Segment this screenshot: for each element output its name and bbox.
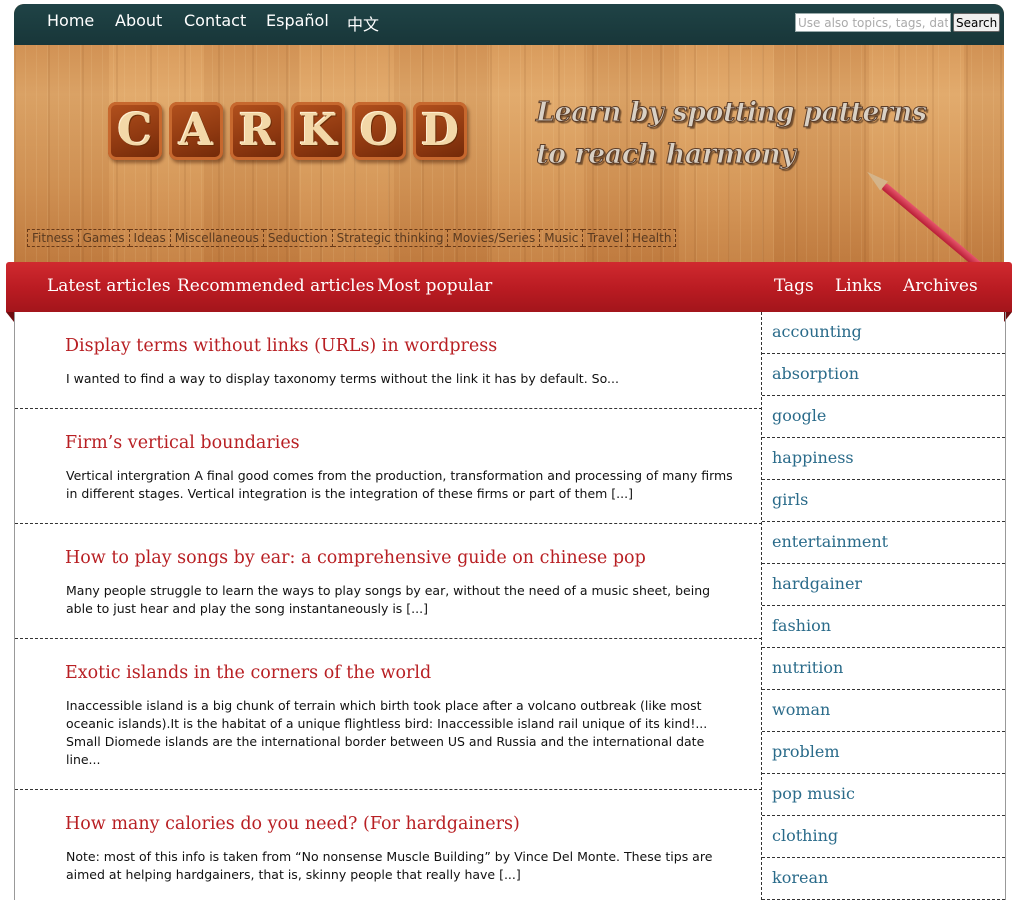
nav-archives[interactable]: Archives <box>903 276 978 296</box>
article-excerpt: Note: most of this info is taken from “N… <box>66 849 713 882</box>
category-strategic-thinking[interactable]: Strategic thinking <box>332 229 449 247</box>
article-title-link[interactable]: Display terms without links (URLs) in wo… <box>65 336 497 356</box>
tag-label: absorption <box>772 364 859 383</box>
tag-sidebar: accounting absorption google happiness g… <box>761 312 1006 900</box>
tag-label: clothing <box>772 826 839 845</box>
ribbon-fold-left <box>6 312 14 322</box>
top-navigation-bar: Home About Contact Español 中文 Search <box>14 4 1004 45</box>
article-list: Display terms without links (URLs) in wo… <box>14 312 762 900</box>
sidebar-tag-hardgainer[interactable]: hardgainer <box>762 564 1005 606</box>
tag-label: accounting <box>772 322 862 341</box>
nav-latest-articles[interactable]: Latest articles <box>47 276 171 296</box>
category-ideas[interactable]: Ideas <box>129 229 171 247</box>
search-input[interactable] <box>795 13 951 32</box>
article-title-link[interactable]: Firm’s vertical boundaries <box>65 433 300 453</box>
main-navigation-bar: Latest articles Recommended articles Mos… <box>6 262 1012 312</box>
logo-block: K <box>291 102 345 160</box>
nav-chinese-link[interactable]: 中文 <box>347 11 379 35</box>
category-travel[interactable]: Travel <box>583 229 629 247</box>
logo-block: O <box>352 102 406 160</box>
article-excerpt: Inaccessible island is a big chunk of te… <box>66 698 708 767</box>
article-item: Firm’s vertical boundaries Vertical inte… <box>15 409 762 524</box>
nav-most-popular[interactable]: Most popular <box>377 276 492 296</box>
nav-contact-link[interactable]: Contact <box>184 11 246 30</box>
tag-label: fashion <box>772 616 832 635</box>
tag-label: hardgainer <box>772 574 863 593</box>
article-item: How many calories do you need? (For hard… <box>15 790 762 899</box>
pencil-icon <box>863 167 985 262</box>
category-games[interactable]: Games <box>78 229 130 247</box>
logo-block: A <box>169 102 223 160</box>
tag-label: happiness <box>772 448 854 467</box>
sidebar-tag-woman[interactable]: woman <box>762 690 1005 732</box>
sidebar-tag-fashion[interactable]: fashion <box>762 606 1005 648</box>
category-music[interactable]: Music <box>540 229 584 247</box>
logo-letter: K <box>298 105 338 156</box>
logo-letter: D <box>420 105 460 156</box>
logo-block: D <box>413 102 467 160</box>
search-button[interactable]: Search <box>953 13 1001 32</box>
tag-label: woman <box>772 700 831 719</box>
article-title-link[interactable]: How to play songs by ear: a comprehensiv… <box>65 548 646 568</box>
category-movies-series[interactable]: Movies/Series <box>448 229 541 247</box>
tag-label: pop music <box>772 784 855 803</box>
article-excerpt: Many people struggle to learn the ways t… <box>66 583 711 616</box>
article-item: How to play songs by ear: a comprehensiv… <box>15 524 762 639</box>
category-miscellaneous[interactable]: Miscellaneous <box>170 229 264 247</box>
logo-letter: O <box>359 105 399 156</box>
sidebar-tag-absorption[interactable]: absorption <box>762 354 1005 396</box>
category-seduction[interactable]: Seduction <box>263 229 333 247</box>
article-item: Display terms without links (URLs) in wo… <box>15 312 762 409</box>
nav-home-link[interactable]: Home <box>47 11 94 30</box>
category-bar: Fitness Games Ideas Miscellaneous Seduction S… <box>27 229 677 247</box>
sidebar-tag-girls[interactable]: girls <box>762 480 1005 522</box>
nav-about-link[interactable]: About <box>115 11 162 30</box>
sidebar-tag-accounting[interactable]: accounting <box>762 312 1005 354</box>
logo-letter: C <box>117 105 153 156</box>
category-fitness[interactable]: Fitness <box>27 229 79 247</box>
sidebar-tag-google[interactable]: google <box>762 396 1005 438</box>
logo-letter: R <box>238 105 276 156</box>
logo-block: R <box>230 102 284 160</box>
tag-label: entertainment <box>772 532 889 551</box>
tag-label: girls <box>772 490 809 509</box>
sidebar-tag-pop-music[interactable]: pop music <box>762 774 1005 816</box>
sidebar-tag-clothing[interactable]: clothing <box>762 816 1005 858</box>
article-title-link[interactable]: Exotic islands in the corners of the wor… <box>65 663 431 683</box>
tagline-line-2: to reach harmony <box>536 139 797 171</box>
sidebar-tag-entertainment[interactable]: entertainment <box>762 522 1005 564</box>
tagline-line-1: Learn by spotting patterns <box>536 97 928 129</box>
article-title-link[interactable]: How many calories do you need? (For hard… <box>65 814 520 834</box>
tag-label: nutrition <box>772 658 844 677</box>
sidebar-tag-happiness[interactable]: happiness <box>762 438 1005 480</box>
nav-recommended-articles[interactable]: Recommended articles <box>177 276 374 296</box>
site-header: Home About Contact Español 中文 Search C A… <box>14 4 1004 262</box>
nav-links[interactable]: Links <box>835 276 882 296</box>
sidebar-tag-problem[interactable]: problem <box>762 732 1005 774</box>
logo-letter: A <box>178 105 214 156</box>
nav-tags[interactable]: Tags <box>774 276 814 296</box>
sidebar-tag-korean[interactable]: korean <box>762 858 1005 900</box>
tag-label: korean <box>772 868 829 887</box>
article-item: Exotic islands in the corners of the wor… <box>15 639 762 790</box>
tag-label: problem <box>772 742 840 761</box>
logo-block: C <box>108 102 162 160</box>
nav-espanol-link[interactable]: Español <box>266 11 329 30</box>
tag-label: google <box>772 406 827 425</box>
article-excerpt: Vertical intergration A final good comes… <box>66 468 733 501</box>
sidebar-tag-nutrition[interactable]: nutrition <box>762 648 1005 690</box>
article-excerpt: I wanted to find a way to display taxono… <box>66 371 619 386</box>
category-health[interactable]: Health <box>628 229 677 247</box>
